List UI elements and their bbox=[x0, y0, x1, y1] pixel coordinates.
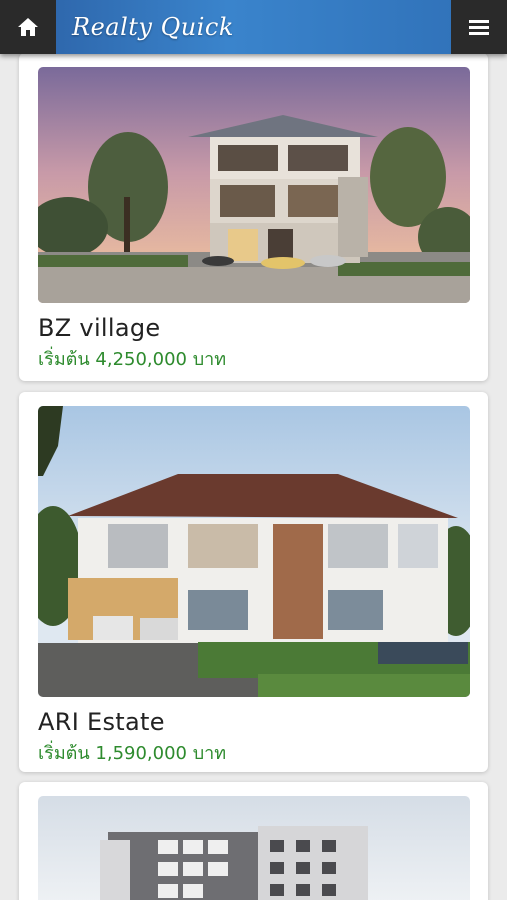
top-navigation-bar: Realty Quick bbox=[0, 0, 507, 54]
listing-price: เริ่มต้น 1,590,000 บาท bbox=[38, 743, 227, 764]
menu-button[interactable] bbox=[451, 0, 507, 54]
listing-photo[interactable] bbox=[38, 796, 470, 900]
listing-price: เริ่มต้น 4,250,000 บาท bbox=[38, 349, 227, 370]
listing-photo[interactable] bbox=[38, 406, 470, 697]
listing-photo[interactable] bbox=[38, 67, 470, 303]
app-brand-title[interactable]: Realty Quick bbox=[56, 0, 234, 54]
listing-card[interactable] bbox=[19, 782, 488, 900]
hamburger-menu-icon bbox=[469, 20, 489, 35]
home-icon bbox=[18, 18, 38, 36]
listing-name[interactable]: BZ village bbox=[38, 314, 469, 342]
home-button[interactable] bbox=[0, 0, 56, 54]
listing-card[interactable]: ARI Estate เริ่มต้น 1,590,000 บาท bbox=[19, 392, 488, 772]
listing-name[interactable]: ARI Estate bbox=[38, 708, 469, 736]
listing-card[interactable]: BZ village เริ่มต้น 4,250,000 บาท bbox=[19, 53, 488, 381]
